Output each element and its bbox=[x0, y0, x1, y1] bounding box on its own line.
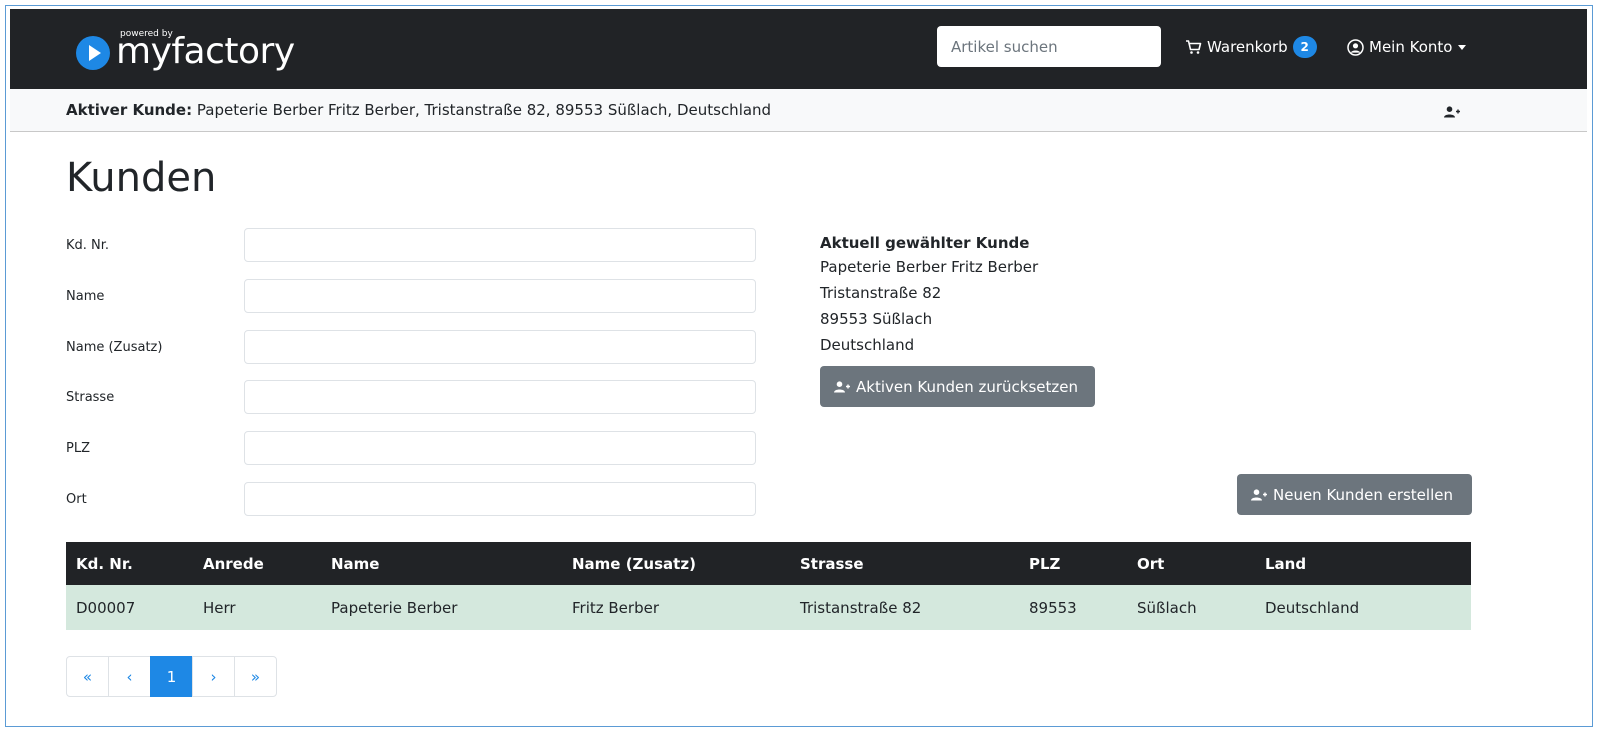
filter-label-name-zusatz: Name (Zusatz) bbox=[66, 340, 163, 355]
cell-name: Papeterie Berber bbox=[331, 598, 458, 617]
active-customer-label: Aktiver Kunde: bbox=[66, 101, 193, 119]
current-customer-country: Deutschland bbox=[820, 336, 915, 354]
current-customer-street: Tristanstraße 82 bbox=[820, 284, 942, 302]
current-customer-panel: Aktuell gewählter Kunde Papeterie Berber… bbox=[820, 232, 1220, 358]
account-menu[interactable]: Mein Konto bbox=[1347, 36, 1467, 58]
user-plus-icon[interactable] bbox=[1444, 103, 1460, 122]
next-page-button[interactable]: › bbox=[192, 656, 235, 697]
article-search-input[interactable] bbox=[937, 26, 1161, 67]
filter-input-name-zusatz[interactable] bbox=[244, 330, 756, 364]
active-customer-bar: Aktiver Kunde: Papeterie Berber Fritz Be… bbox=[10, 89, 1587, 132]
filter-label-ort: Ort bbox=[66, 492, 87, 507]
filter-input-strasse[interactable] bbox=[244, 380, 756, 414]
filter-input-plz[interactable] bbox=[244, 431, 756, 465]
filter-label-plz: PLZ bbox=[66, 441, 90, 456]
column-header-strasse[interactable]: Strasse bbox=[790, 542, 1019, 585]
filter-label-strasse: Strasse bbox=[66, 390, 115, 405]
new-customer-button-label: Neuen Kunden erstellen bbox=[1273, 485, 1453, 504]
table-header-row: Kd. Nr. Anrede Name Name (Zusatz) Strass… bbox=[66, 542, 1471, 585]
column-header-anrede[interactable]: Anrede bbox=[193, 542, 321, 585]
pagination: « ‹ 1 › » bbox=[66, 656, 277, 697]
user-plus-icon bbox=[1251, 488, 1267, 500]
current-customer-name: Papeterie Berber Fritz Berber bbox=[820, 258, 1039, 276]
column-header-name[interactable]: Name bbox=[321, 542, 562, 585]
cart-label: Warenkorb bbox=[1207, 38, 1288, 56]
last-page-button[interactable]: » bbox=[234, 656, 277, 697]
cell-ort: Süßlach bbox=[1137, 598, 1197, 617]
cell-name-zusatz: Fritz Berber bbox=[572, 598, 659, 617]
chevron-down-icon bbox=[1458, 44, 1467, 50]
column-header-name-zusatz[interactable]: Name (Zusatz) bbox=[562, 542, 790, 585]
play-icon bbox=[76, 36, 110, 70]
cell-anrede: Herr bbox=[203, 598, 236, 617]
cell-kdnr: D00007 bbox=[76, 598, 136, 617]
table-row[interactable]: D00007 Herr Papeterie Berber Fritz Berbe… bbox=[66, 585, 1471, 630]
column-header-ort[interactable]: Ort bbox=[1127, 542, 1255, 585]
filter-input-ort[interactable] bbox=[244, 482, 756, 516]
current-customer-city: 89553 Süßlach bbox=[820, 310, 933, 328]
page-title: Kunden bbox=[66, 155, 217, 201]
reset-active-customer-button[interactable]: Aktiven Kunden zurücksetzen bbox=[820, 366, 1095, 407]
new-customer-button[interactable]: Neuen Kunden erstellen bbox=[1237, 474, 1472, 515]
active-customer-value: Papeterie Berber Fritz Berber, Tristanst… bbox=[196, 101, 772, 119]
app-frame: powered by myfactory Warenkorb 2 Mein Ko… bbox=[5, 5, 1593, 727]
column-header-land[interactable]: Land bbox=[1255, 542, 1471, 585]
current-page-button[interactable]: 1 bbox=[150, 656, 193, 697]
user-circle-icon bbox=[1347, 38, 1364, 56]
customer-table: Kd. Nr. Anrede Name Name (Zusatz) Strass… bbox=[66, 542, 1471, 630]
filter-label-name: Name bbox=[66, 289, 105, 304]
filter-input-kdnr[interactable] bbox=[244, 228, 756, 262]
cell-strasse: Tristanstraße 82 bbox=[800, 598, 922, 617]
filter-input-name[interactable] bbox=[244, 279, 756, 313]
previous-page-button[interactable]: ‹ bbox=[108, 656, 151, 697]
current-customer-title: Aktuell gewählter Kunde bbox=[820, 234, 1030, 252]
cell-plz: 89553 bbox=[1029, 598, 1077, 617]
cart-link[interactable]: Warenkorb 2 bbox=[1185, 36, 1317, 58]
navbar: powered by myfactory Warenkorb 2 Mein Ko… bbox=[10, 9, 1587, 89]
cell-land: Deutschland bbox=[1265, 598, 1360, 617]
column-header-kdnr[interactable]: Kd. Nr. bbox=[66, 542, 193, 585]
column-header-plz[interactable]: PLZ bbox=[1019, 542, 1127, 585]
account-label: Mein Konto bbox=[1369, 38, 1453, 56]
first-page-button[interactable]: « bbox=[66, 656, 109, 697]
active-customer-info: Aktiver Kunde: Papeterie Berber Fritz Be… bbox=[66, 100, 771, 120]
brand-logo[interactable]: powered by myfactory bbox=[76, 27, 296, 72]
cart-count-badge: 2 bbox=[1292, 36, 1317, 58]
user-plus-icon bbox=[834, 380, 850, 392]
cart-icon bbox=[1186, 40, 1202, 54]
reset-button-label: Aktiven Kunden zurücksetzen bbox=[856, 377, 1079, 396]
brand-name: myfactory bbox=[116, 31, 295, 72]
filter-label-kdnr: Kd. Nr. bbox=[66, 238, 110, 253]
